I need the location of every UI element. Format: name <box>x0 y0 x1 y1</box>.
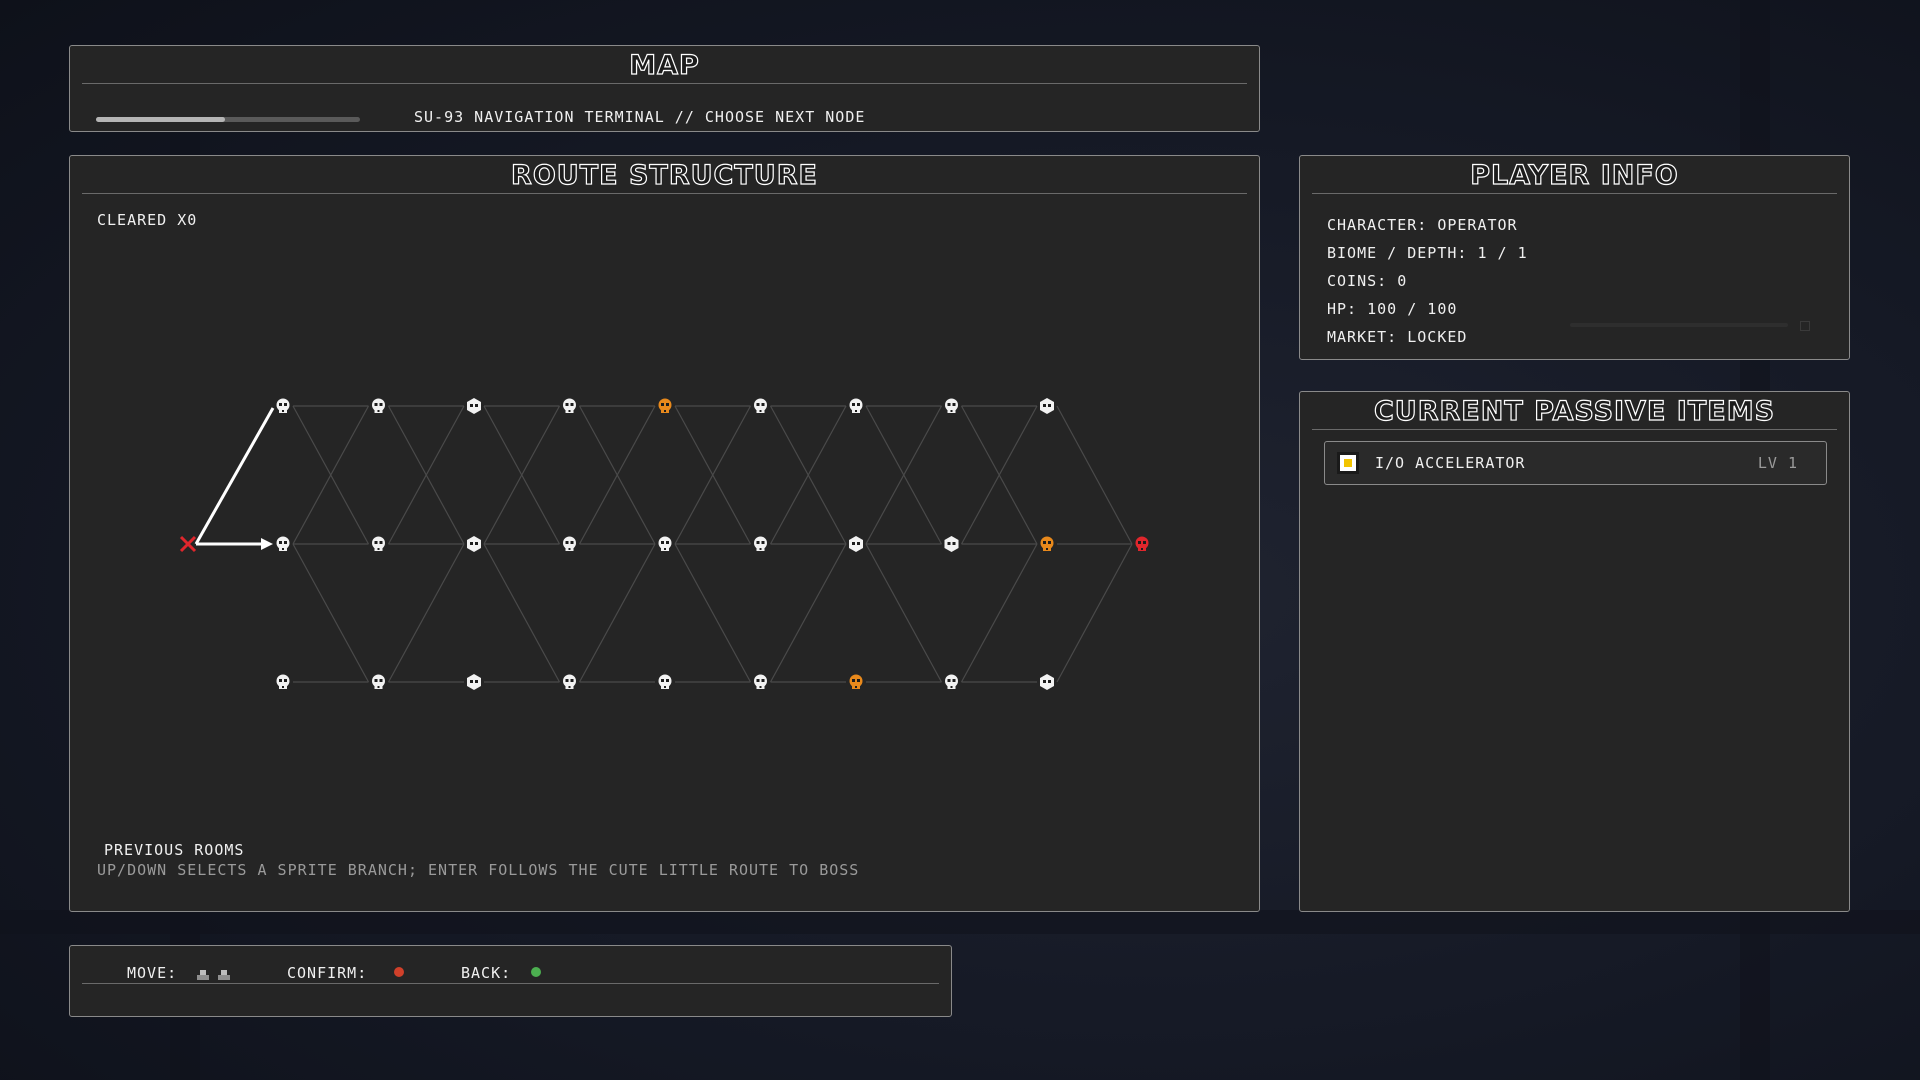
route-arrow-icon <box>261 538 273 550</box>
faint-slider-knob <box>1800 321 1810 331</box>
route-edge <box>387 543 465 683</box>
dpad-down-icon <box>218 966 230 980</box>
elite-node-icon[interactable] <box>1040 398 1054 414</box>
route-edge <box>1056 405 1133 545</box>
skull-node-icon[interactable] <box>563 536 576 552</box>
skull-node-icon[interactable] <box>372 398 385 414</box>
skull-node-icon[interactable] <box>563 674 576 690</box>
skull-node-icon[interactable] <box>276 398 290 414</box>
map-title: MAP <box>629 49 700 81</box>
route-edge <box>865 543 943 683</box>
route-edge <box>960 543 1038 683</box>
route-help-text: UP/DOWN SELECTS A SPRITE BRANCH; ENTER F… <box>97 861 860 879</box>
skull-node-orange-icon[interactable] <box>849 674 863 690</box>
map-panel: MAP SU-93 NAVIGATION TERMINAL // CHOOSE … <box>69 45 1260 132</box>
route-edge <box>674 543 752 683</box>
navigation-progress-fill <box>96 117 226 122</box>
route-edge <box>769 543 847 683</box>
move-label: MOVE: <box>127 964 178 982</box>
passive-item-row[interactable]: I/O ACCELERATOR LV 1 <box>1324 441 1827 485</box>
map-subtitle: SU-93 NAVIGATION TERMINAL // CHOOSE NEXT… <box>414 108 866 126</box>
back-label: BACK: <box>461 964 512 982</box>
passive-items-title: CURRENT PASSIVE ITEMS <box>1373 395 1776 427</box>
confirm-label: CONFIRM: <box>287 964 368 982</box>
start-x-icon <box>179 535 197 553</box>
player-hp: HP: 100 / 100 <box>1327 300 1458 318</box>
elite-node-icon[interactable] <box>467 398 481 414</box>
skull-node-icon[interactable] <box>754 398 767 414</box>
skull-node-icon[interactable] <box>849 398 863 414</box>
elite-node-icon[interactable] <box>467 674 481 690</box>
skull-node-icon[interactable] <box>372 536 385 552</box>
player-biome-depth: BIOME / DEPTH: 1 / 1 <box>1327 244 1528 262</box>
passive-items-panel: CURRENT PASSIVE ITEMS I/O ACCELERATOR LV… <box>1299 391 1850 912</box>
confirm-button-icon <box>394 967 404 977</box>
skull-node-icon[interactable] <box>372 674 385 690</box>
route-edge <box>292 543 370 683</box>
faint-slider-track <box>1570 323 1788 327</box>
navigation-progress-bar <box>96 117 360 122</box>
elite-node-icon[interactable] <box>944 536 959 552</box>
route-graph[interactable] <box>70 156 1261 913</box>
skull-node-icon[interactable] <box>563 398 576 414</box>
selected-route <box>194 407 275 550</box>
player-info-panel: PLAYER INFO CHARACTER: OPERATOR BIOME / … <box>1299 155 1850 360</box>
elite-node-icon[interactable] <box>849 536 863 552</box>
skull-node-icon[interactable] <box>658 674 672 690</box>
passive-item-level: LV 1 <box>1757 454 1798 472</box>
back-button-icon <box>531 967 541 977</box>
previous-rooms-label: PREVIOUS ROOMS <box>104 841 245 859</box>
elite-node-icon[interactable] <box>467 536 481 552</box>
skull-node-icon[interactable] <box>754 674 767 690</box>
skull-node-orange-icon[interactable] <box>1040 536 1054 552</box>
dpad-up-icon <box>197 966 209 980</box>
skull-node-orange-icon[interactable] <box>658 398 672 414</box>
route-panel: ROUTE STRUCTURE CLEARED X0 PREVIOUS ROOM… <box>69 155 1260 912</box>
route-edge <box>1056 543 1133 683</box>
skull-node-icon[interactable] <box>658 536 672 552</box>
chip-icon <box>1337 452 1359 474</box>
passive-item-name: I/O ACCELERATOR <box>1375 454 1526 472</box>
player-info-title: PLAYER INFO <box>1470 159 1679 191</box>
route-edge <box>483 543 561 683</box>
route-edge <box>578 543 656 683</box>
route-path-up <box>194 407 275 545</box>
controls-panel: MOVE: CONFIRM: BACK: <box>69 945 952 1017</box>
boss-skull-icon[interactable] <box>1135 536 1149 552</box>
skull-node-icon[interactable] <box>276 536 290 552</box>
skull-node-icon[interactable] <box>945 674 958 690</box>
skull-node-icon[interactable] <box>276 674 290 690</box>
player-coins: COINS: 0 <box>1327 272 1408 290</box>
route-edges <box>292 405 1133 683</box>
elite-node-icon[interactable] <box>1040 674 1054 690</box>
skull-node-icon[interactable] <box>945 398 958 414</box>
player-market: MARKET: LOCKED <box>1327 328 1468 346</box>
skull-node-icon[interactable] <box>754 536 767 552</box>
player-character: CHARACTER: OPERATOR <box>1327 216 1518 234</box>
